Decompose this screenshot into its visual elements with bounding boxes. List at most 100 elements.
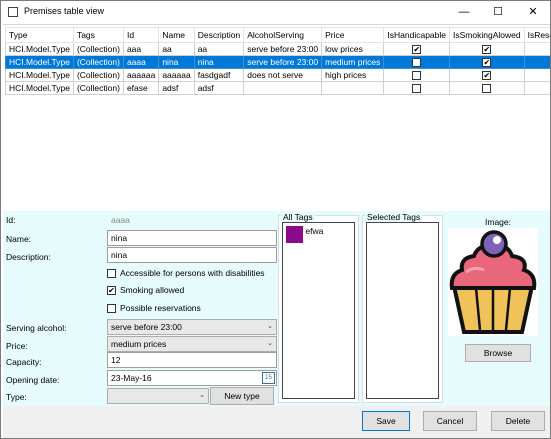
table-cell-name[interactable]: aaaaaa [158, 68, 195, 82]
checked-checkbox-icon[interactable]: ✔ [412, 45, 422, 55]
id-label: Id: [6, 215, 16, 225]
table-cell-reserving[interactable] [523, 42, 550, 56]
column-header[interactable]: Tags [72, 27, 124, 43]
table-cell-price[interactable]: medium prices [321, 55, 385, 69]
table-cell-smoking[interactable]: ✔ [449, 55, 525, 69]
table-row[interactable]: HCI.Model.Type (Collection) aaaaaa aaaaaa fa… [5, 68, 550, 82]
table-cell-id[interactable]: aaaaaa [122, 68, 160, 82]
description-field[interactable]: nina [107, 247, 277, 263]
table-cell-reserving[interactable] [523, 81, 550, 95]
table-cell-alcohol[interactable]: serve before 23:00 [243, 55, 323, 69]
table-cell-type[interactable]: HCI.Model.Type [5, 55, 74, 69]
column-header[interactable]: Type [5, 27, 74, 43]
column-header[interactable]: IsHandicapable [383, 27, 451, 43]
table-row[interactable]: HCI.Model.Type (Collection) aaa aa aa serve b… [5, 42, 550, 56]
table-cell-id[interactable]: aaa [122, 42, 160, 56]
price-select[interactable]: medium prices ⌄ [107, 336, 277, 352]
type-select[interactable]: ⌄ [107, 388, 209, 404]
table-cell-description[interactable]: adsf [193, 81, 245, 95]
new-type-button[interactable]: New type [210, 387, 274, 405]
table-cell-reserving[interactable]: ✔ [523, 68, 550, 82]
column-header[interactable]: AlcoholServing [243, 27, 323, 43]
calendar-icon[interactable]: 15 [262, 372, 275, 384]
table-cell-name[interactable]: nina [158, 55, 195, 69]
capacity-field[interactable]: 12 [107, 352, 277, 368]
all-tags-list[interactable]: efwa [282, 222, 355, 399]
cancel-button[interactable]: Cancel [423, 411, 477, 431]
selected-tags-list[interactable] [366, 222, 439, 399]
column-header[interactable]: IsReservingAv [523, 27, 550, 43]
reservations-label: Possible reservations [120, 303, 201, 313]
table-cell-type[interactable]: HCI.Model.Type [5, 42, 74, 56]
unchecked-checkbox-icon[interactable] [412, 84, 422, 94]
unchecked-checkbox-icon[interactable] [412, 71, 422, 81]
selected-tags-group [362, 215, 443, 403]
table-cell-alcohol[interactable] [243, 81, 323, 95]
table-cell-smoking[interactable] [449, 81, 525, 95]
table-row[interactable]: HCI.Model.Type (Collection) aaaa nina nina se… [5, 55, 550, 69]
tag-item-efwa[interactable]: efwa [286, 226, 323, 243]
delete-button[interactable]: Delete [491, 411, 545, 431]
reservations-check-icon [107, 304, 116, 314]
table-cell-id[interactable]: aaaa [122, 55, 160, 69]
title-bar[interactable]: Premises table view — ☐ ✕ [1, 1, 550, 23]
cupcake-image [448, 228, 538, 336]
alcohol-select[interactable]: serve before 23:00 ⌄ [107, 319, 277, 335]
table-cell-type[interactable]: HCI.Model.Type [5, 81, 74, 95]
column-header[interactable]: Description [193, 27, 245, 43]
table-row[interactable]: HCI.Model.Type (Collection) efase adsf adsf [5, 81, 550, 95]
table-cell-reserving[interactable] [523, 55, 550, 69]
column-header[interactable]: Price [321, 27, 385, 43]
table-cell-name[interactable]: aa [158, 42, 195, 56]
alcohol-select-value: serve before 23:00 [111, 322, 182, 332]
table-cell-alcohol[interactable]: does not serve [243, 68, 323, 82]
checked-checkbox-icon[interactable]: ✔ [482, 58, 492, 68]
table-cell-description[interactable]: nina [193, 55, 245, 69]
table-cell-handicap[interactable]: ✔ [383, 42, 451, 56]
table-cell-price[interactable]: high prices [321, 68, 385, 82]
table-cell-handicap[interactable] [383, 55, 451, 69]
table-cell-price[interactable]: low prices [321, 42, 385, 56]
column-header[interactable]: Name [158, 27, 195, 43]
chevron-down-icon: ⌄ [267, 323, 273, 330]
name-label: Name: [6, 234, 32, 244]
reservations-checkbox[interactable]: Possible reservations [107, 303, 201, 314]
name-field[interactable]: nina [107, 230, 277, 246]
table-cell-tags[interactable]: (Collection) [72, 55, 124, 69]
all-tags-title: All Tags [281, 212, 315, 222]
checked-checkbox-icon[interactable]: ✔ [482, 71, 492, 81]
table-cell-name[interactable]: adsf [158, 81, 195, 95]
browse-button[interactable]: Browse [465, 344, 531, 362]
save-button[interactable]: Save [362, 411, 410, 431]
table-cell-price[interactable] [321, 81, 385, 95]
table-cell-handicap[interactable] [383, 68, 451, 82]
table-cell-handicap[interactable] [383, 81, 451, 95]
table-cell-tags[interactable]: (Collection) [72, 68, 124, 82]
table-cell-id[interactable]: efase [122, 81, 160, 95]
table-cell-tags[interactable]: (Collection) [72, 42, 124, 56]
table-cell-smoking[interactable]: ✔ [449, 68, 525, 82]
price-label: Price: [6, 341, 28, 351]
opening-date-picker[interactable]: 23-May-16 15 [107, 370, 277, 386]
unchecked-checkbox-icon[interactable] [412, 58, 422, 68]
table-cell-alcohol[interactable]: serve before 23:00 [243, 42, 323, 56]
table-cell-smoking[interactable]: ✔ [449, 42, 525, 56]
accessible-checkbox[interactable]: Accessible for persons with disabilities [107, 268, 265, 279]
close-icon[interactable]: ✕ [516, 1, 550, 23]
table-cell-description[interactable]: fasdgadf [193, 68, 245, 82]
maximize-icon[interactable]: ☐ [481, 1, 515, 23]
column-header[interactable]: Id [122, 27, 160, 43]
minimize-icon[interactable]: — [447, 1, 481, 23]
column-header[interactable]: IsSmokingAlowed [449, 27, 525, 43]
chevron-down-icon: ⌄ [199, 392, 205, 399]
selected-tags-title: Selected Tags [365, 212, 423, 222]
tag-name: efwa [305, 226, 324, 236]
premises-data-grid[interactable]: Type Tags Id Name Description AlcoholServing P… [3, 24, 550, 184]
opening-date-value: 23-May-16 [111, 373, 152, 383]
table-cell-tags[interactable]: (Collection) [72, 81, 124, 95]
table-cell-description[interactable]: aa [193, 42, 245, 56]
checked-checkbox-icon[interactable]: ✔ [482, 45, 492, 55]
smoking-checkbox[interactable]: ✔ Smoking allowed [107, 285, 184, 296]
unchecked-checkbox-icon[interactable] [482, 84, 492, 94]
table-cell-type[interactable]: HCI.Model.Type [5, 68, 74, 82]
